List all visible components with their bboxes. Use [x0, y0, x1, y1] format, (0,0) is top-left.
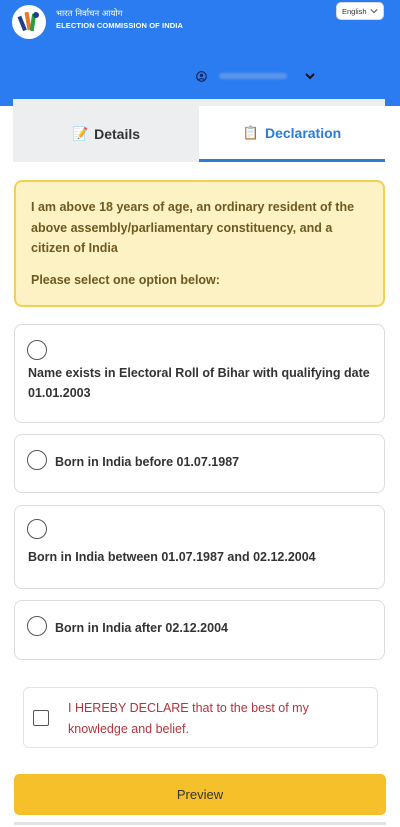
user-circle-icon — [196, 70, 207, 82]
tab-declaration-label: Declaration — [264, 124, 342, 141]
preview-button[interactable]: Preview — [14, 774, 386, 815]
language-value: English — [342, 6, 367, 16]
declaration-box: I HEREBY DECLARE that to the best of my … — [23, 687, 378, 748]
tab-declaration[interactable]: 📋 Declaration — [199, 106, 385, 162]
option-born-between-1987-2004[interactable]: Born in India between 01.07.1987 and 02.… — [14, 505, 385, 589]
eci-logo — [12, 5, 46, 39]
memo-icon: 📝 — [71, 126, 89, 141]
notice-prompt: Please select one option below: — [31, 272, 220, 287]
bottom-divider — [14, 822, 386, 825]
tab-details[interactable]: 📝 Details — [13, 106, 199, 162]
tab-bar: 📝 Details 📋 Declaration — [13, 106, 385, 162]
language-select[interactable]: English — [336, 2, 384, 20]
user-name-redacted — [219, 73, 287, 79]
clipboard-icon: 📋 — [242, 124, 259, 140]
radio-button[interactable] — [27, 616, 47, 636]
option-label: Born in India between 01.07.1987 and 02.… — [28, 550, 316, 564]
chevron-down-icon — [370, 9, 378, 14]
org-name-hindi: भारत निर्वाचन आयोग — [56, 9, 123, 19]
radio-button[interactable] — [27, 450, 47, 470]
radio-button[interactable] — [27, 519, 47, 539]
declaration-text: I HEREBY DECLARE that to the best of my … — [68, 701, 309, 736]
org-name-english: ELECTION COMMISSION OF INDIA — [56, 21, 183, 30]
option-label: Name exists in Electoral Roll of Bihar w… — [28, 366, 370, 400]
option-label: Born in India before 01.07.1987 — [55, 455, 240, 469]
option-born-before-1987[interactable]: Born in India before 01.07.1987 — [14, 434, 385, 493]
user-menu[interactable] — [196, 68, 316, 84]
declaration-checkbox[interactable] — [33, 710, 49, 726]
option-born-after-2004[interactable]: Born in India after 02.12.2004 — [14, 600, 385, 660]
chevron-down-icon[interactable] — [304, 70, 316, 82]
tab-details-label: Details — [94, 126, 141, 142]
notice-text: I am above 18 years of age, an ordinary … — [31, 200, 355, 255]
tab-bar-top — [13, 99, 385, 106]
option-electoral-roll[interactable]: Name exists in Electoral Roll of Bihar w… — [14, 324, 385, 423]
eligibility-notice: I am above 18 years of age, an ordinary … — [14, 180, 385, 307]
app-header: भारत निर्वाचन आयोग ELECTION COMMISSION O… — [0, 0, 400, 106]
brand: भारत निर्वाचन आयोग ELECTION COMMISSION O… — [56, 9, 183, 32]
radio-button[interactable] — [27, 340, 47, 360]
option-label: Born in India after 02.12.2004 — [55, 621, 228, 635]
